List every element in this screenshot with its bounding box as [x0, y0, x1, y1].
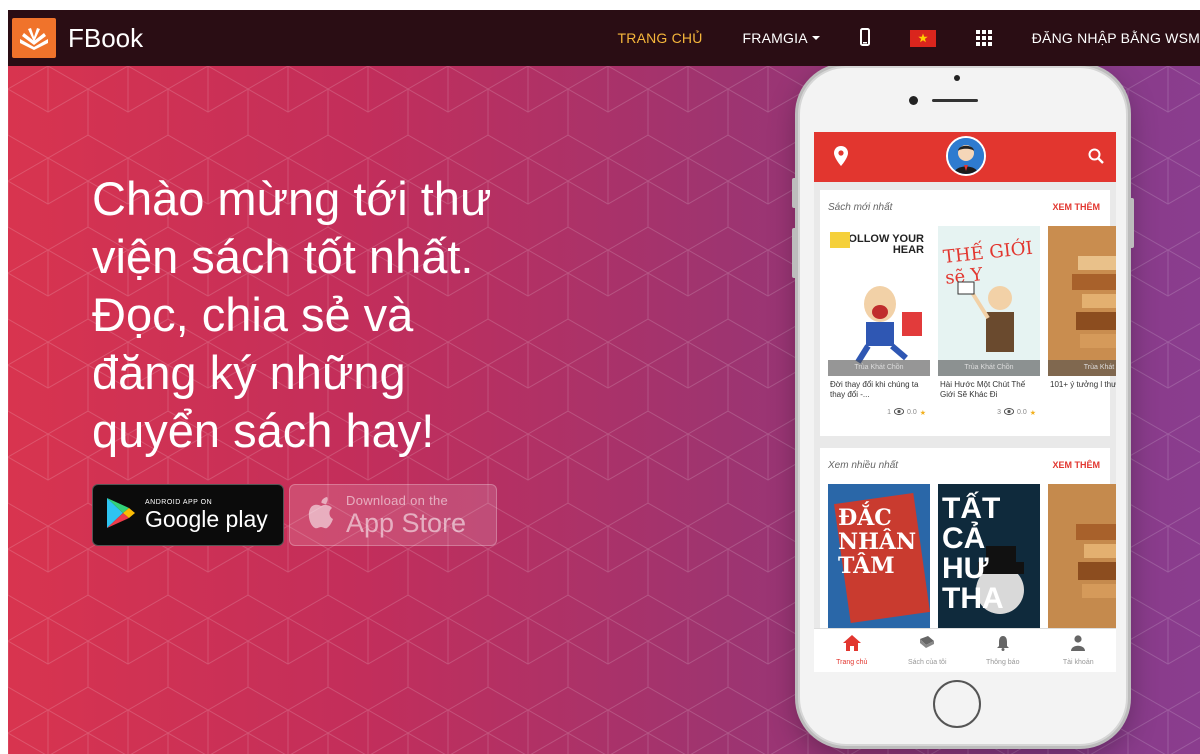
- home-icon: [842, 635, 861, 656]
- eye-icon: [1003, 408, 1015, 417]
- app-store-small-text: Download on the: [346, 492, 449, 508]
- star-icon: ★: [1029, 409, 1036, 417]
- top-navbar: FBook TRANG CHỦ FRAMGIA ĐĂNG NHẬP BẰNG W…: [8, 10, 1200, 66]
- book-stats: 1 0.0 ★: [828, 408, 930, 417]
- nav-menu: TRANG CHỦ FRAMGIA ĐĂNG NHẬP BẰNG WSM: [578, 10, 1200, 66]
- rating-value: 0.0: [1016, 409, 1027, 416]
- hero-title: Chào mừng tới thư viện sách tốt nhất. Đọ…: [92, 170, 632, 460]
- google-play-small-text: ANDROID APP ON: [145, 498, 213, 506]
- hero-title-line: Đọc, chia sẻ và: [92, 288, 414, 341]
- cover-illustration: [957, 281, 1014, 352]
- app-bottom-nav: Trang chủ Sách của tôi Thông báo Tài kho…: [814, 628, 1116, 672]
- google-play-button[interactable]: ANDROID APP ON Google play: [92, 484, 284, 546]
- phone-side-button: [1129, 198, 1134, 248]
- bottom-nav-my-books[interactable]: Sách của tôi: [890, 629, 966, 672]
- user-icon: [1071, 635, 1086, 656]
- newest-books-section: Sách mới nhất XEM THÊM FOLLOW YOUR HEAR: [820, 190, 1116, 436]
- bottom-nav-label: Thông báo: [986, 659, 1020, 666]
- book-card[interactable]: [1048, 484, 1116, 634]
- cover-tag: Trùa Khát: [1048, 360, 1116, 376]
- mobile-phone-icon: [859, 27, 870, 49]
- see-more-link[interactable]: XEM THÊM: [1052, 460, 1100, 471]
- google-play-big-text: Google play: [145, 505, 268, 532]
- library-logo-icon: [12, 18, 56, 58]
- book-cover: THẾ GIỚI sẽ Y Trùa Khát Chồn: [938, 226, 1040, 376]
- brand-name: FBook: [68, 22, 144, 53]
- views-count: 1: [887, 409, 891, 416]
- cover-tag: Trùa Khát Chồn: [938, 360, 1040, 376]
- mobile-app-link[interactable]: [859, 27, 870, 49]
- apple-icon: [306, 496, 336, 535]
- book-icon: [918, 635, 936, 656]
- vietnam-flag-icon: [909, 29, 936, 47]
- hero-title-line: Chào mừng tới thư: [92, 172, 492, 225]
- bottom-nav-notifications[interactable]: Thông báo: [965, 629, 1041, 672]
- location-pin-icon[interactable]: [834, 146, 848, 171]
- book-title: Hài Hước Một Chút Thế Giới Sẽ Khác Đi: [940, 380, 1026, 399]
- phone-home-button: [933, 680, 981, 728]
- language-switch[interactable]: [909, 29, 936, 47]
- bottom-nav-label: Sách của tôi: [907, 659, 947, 666]
- book-card[interactable]: TẤT CẢ HƯ THA: [938, 484, 1040, 634]
- book-card[interactable]: Trùa Khát 101+ ý tưởng l thường 1: [1048, 226, 1116, 417]
- caret-down-icon: [811, 36, 820, 40]
- most-viewed-section: Xem nhiều nhất XEM THÊM ĐẮC NHÂN TÂM TẤT…: [820, 448, 1116, 648]
- star-icon: ★: [919, 409, 926, 417]
- views-count: 3: [997, 409, 1001, 416]
- book-cover: Trùa Khát: [1048, 226, 1116, 376]
- cover-text: ĐẮC NHÂN TÂM: [838, 505, 917, 579]
- page-frame: FBook TRANG CHỦ FRAMGIA ĐĂNG NHẬP BẰNG W…: [8, 10, 1200, 754]
- google-play-icon: [105, 496, 137, 535]
- apps-menu[interactable]: [975, 30, 992, 46]
- app-store-button[interactable]: Download on the App Store: [289, 484, 497, 546]
- app-store-big-text: App Store: [346, 507, 467, 538]
- hero-section: Chào mừng tới thư viện sách tốt nhất. Đọ…: [8, 66, 1200, 754]
- cover-text: TẤT CẢ HƯ THA: [942, 492, 1004, 615]
- book-cover: [1048, 484, 1116, 634]
- login-wsm-link[interactable]: ĐĂNG NHẬP BẰNG WSM: [1032, 30, 1200, 46]
- avatar[interactable]: [946, 136, 986, 176]
- book-card[interactable]: THẾ GIỚI sẽ Y Trùa Khát Chồn Hài Hước Mộ…: [938, 226, 1040, 417]
- bottom-nav-account[interactable]: Tài khoản: [1041, 629, 1117, 672]
- phone-sensor: [954, 75, 960, 81]
- hero-title-line: quyển sách hay!: [92, 404, 435, 457]
- nav-home-link[interactable]: TRANG CHỦ: [618, 30, 703, 46]
- book-card[interactable]: FOLLOW YOUR HEAR Trùa Khát Chồn Đời thay…: [828, 226, 930, 417]
- book-stats: 3 0.0 ★: [938, 408, 1040, 417]
- book-cover: FOLLOW YOUR HEAR Trùa Khát Chồn: [828, 226, 930, 376]
- book-card[interactable]: ĐẮC NHÂN TÂM: [828, 484, 930, 634]
- phone-speaker: [932, 99, 978, 102]
- phone-side-button: [792, 178, 797, 208]
- search-icon[interactable]: [1088, 148, 1104, 169]
- eye-icon: [893, 408, 905, 417]
- bell-icon: [996, 635, 1010, 656]
- app-top-bar: [814, 132, 1116, 182]
- apps-grid-icon: [975, 30, 992, 46]
- phone-screen: Sách mới nhất XEM THÊM FOLLOW YOUR HEAR: [814, 132, 1116, 672]
- hero-title-line: đăng ký những: [92, 346, 406, 399]
- phone-camera: [909, 96, 918, 105]
- phone-mockup: Sách mới nhất XEM THÊM FOLLOW YOUR HEAR: [792, 66, 1134, 746]
- section-title: Sách mới nhất: [828, 202, 893, 213]
- bottom-nav-home[interactable]: Trang chủ: [814, 629, 890, 672]
- see-more-link[interactable]: XEM THÊM: [1052, 202, 1100, 213]
- book-cover: TẤT CẢ HƯ THA: [938, 484, 1040, 634]
- bottom-nav-label: Trang chủ: [836, 659, 868, 666]
- book-title: 101+ ý tưởng l thường: [1050, 380, 1116, 389]
- cover-illustration: [830, 232, 922, 364]
- phone-side-button: [792, 228, 797, 278]
- cover-illustration: [1072, 256, 1116, 348]
- cover-illustration: [1076, 524, 1116, 598]
- section-title: Xem nhiều nhất: [828, 460, 899, 471]
- book-cover: ĐẮC NHÂN TÂM: [828, 484, 930, 634]
- bottom-nav-label: Tài khoản: [1062, 659, 1094, 666]
- hero-title-line: viện sách tốt nhất.: [92, 230, 474, 283]
- nav-org-dropdown[interactable]: FRAMGIA: [743, 30, 820, 46]
- book-title: Đời thay đổi khi chúng ta thay đổi -...: [830, 380, 919, 399]
- rating-value: 0.0: [906, 409, 917, 416]
- brand[interactable]: FBook: [8, 10, 143, 66]
- nav-org-label: FRAMGIA: [742, 30, 808, 46]
- book-stats: 1: [1048, 408, 1116, 417]
- cover-tag: Trùa Khát Chồn: [828, 360, 930, 376]
